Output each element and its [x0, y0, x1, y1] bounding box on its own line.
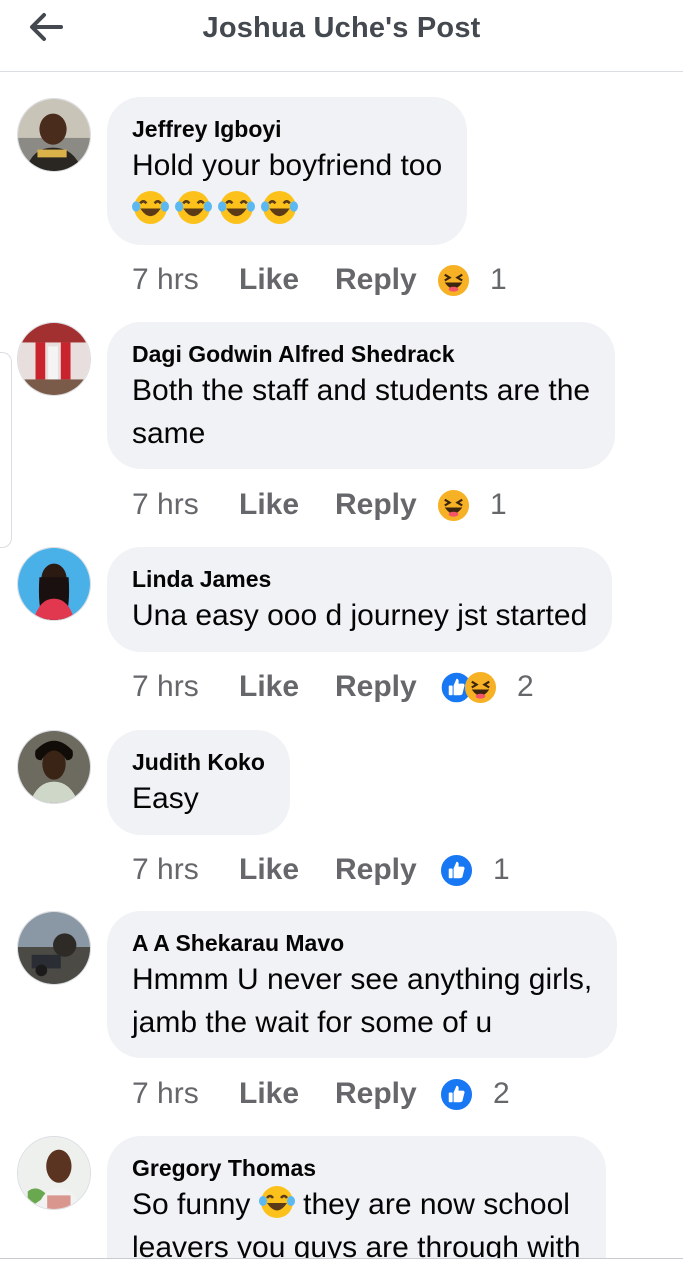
- avatar[interactable]: [17, 730, 91, 804]
- reply-button[interactable]: Reply: [335, 488, 437, 522]
- comment-bubble[interactable]: Gregory Thomas So funny they are now sch…: [107, 1136, 606, 1258]
- reaction-summary[interactable]: 1: [440, 853, 510, 887]
- reply-button[interactable]: Reply: [335, 853, 437, 887]
- comment-bubble[interactable]: A A Shekarau Mavo Hmmm U never see anyth…: [107, 911, 618, 1058]
- avatar[interactable]: [17, 98, 91, 172]
- comment-author[interactable]: Gregory Thomas: [132, 1153, 581, 1183]
- comment-text: leavers you guys are through with: [132, 1231, 581, 1258]
- reply-button[interactable]: Reply: [335, 670, 437, 704]
- reaction-count: 1: [490, 488, 507, 521]
- comment-time[interactable]: 7 hrs: [132, 853, 239, 887]
- avatar[interactable]: [17, 322, 91, 396]
- comment-text-part: they are now school: [303, 1188, 570, 1221]
- reaction-summary[interactable]: 2: [440, 1077, 510, 1111]
- haha-reaction-icon: [437, 489, 470, 521]
- reaction-summary[interactable]: 1: [437, 263, 507, 297]
- emoji-row: [132, 189, 442, 226]
- reaction-summary[interactable]: 1: [437, 488, 507, 522]
- comment-list[interactable]: Jeffrey Igboyi Hold your boyfriend too 7…: [0, 73, 683, 1258]
- comment-bubble[interactable]: Linda James Una easy ooo d journey jst s…: [107, 547, 613, 652]
- comment-time[interactable]: 7 hrs: [132, 263, 239, 297]
- like-button[interactable]: Like: [239, 670, 335, 704]
- tears-of-joy-emoji-icon: [218, 191, 255, 224]
- like-reaction-icon: [440, 1078, 473, 1110]
- comment-text: Both the staff and students are the: [132, 374, 591, 407]
- reaction-summary[interactable]: 2: [440, 670, 534, 704]
- reaction-count: 1: [490, 263, 507, 296]
- comment-author[interactable]: A A Shekarau Mavo: [132, 928, 592, 958]
- comment-bubble[interactable]: Judith Koko Easy: [107, 730, 290, 835]
- comment-author[interactable]: Linda James: [132, 564, 587, 594]
- comment-text: So funny they are now school: [132, 1183, 581, 1226]
- comment-author[interactable]: Dagi Godwin Alfred Shedrack: [132, 339, 590, 369]
- reaction-count: 1: [493, 853, 510, 886]
- comment-actions: 7 hrs Like Reply 1: [132, 850, 510, 890]
- haha-reaction-icon: [464, 671, 497, 703]
- avatar[interactable]: [17, 1136, 91, 1210]
- comment-bubble[interactable]: Jeffrey Igboyi Hold your boyfriend too: [107, 97, 468, 245]
- avatar[interactable]: [17, 911, 91, 985]
- tears-of-joy-emoji-icon: [258, 1186, 295, 1218]
- comment-text: Easy: [132, 782, 199, 815]
- like-button[interactable]: Like: [239, 1077, 335, 1111]
- comment-actions: 7 hrs Like Reply 1: [132, 260, 507, 300]
- page-title: Joshua Uche's Post: [202, 12, 481, 44]
- comment-actions: 7 hrs Like Reply 2: [132, 1074, 510, 1114]
- comment-author[interactable]: Judith Koko: [132, 747, 265, 777]
- tears-of-joy-emoji-icon: [175, 191, 212, 224]
- comment-time[interactable]: 7 hrs: [132, 1077, 239, 1111]
- tears-of-joy-emoji-icon: [132, 191, 169, 224]
- comment-time[interactable]: 7 hrs: [132, 670, 239, 704]
- like-button[interactable]: Like: [239, 488, 335, 522]
- reaction-count: 2: [517, 670, 534, 703]
- bottom-divider: [0, 1258, 683, 1267]
- comment-text: Hmmm U never see anything girls,: [132, 963, 593, 996]
- haha-reaction-icon: [437, 264, 470, 296]
- comment-text: same: [132, 417, 206, 450]
- comment-actions: 7 hrs Like Reply 2: [132, 667, 534, 707]
- comment-actions: 7 hrs Like Reply 1: [132, 485, 507, 525]
- comment-time[interactable]: 7 hrs: [132, 488, 239, 522]
- like-button[interactable]: Like: [239, 263, 335, 297]
- reaction-count: 2: [493, 1077, 510, 1110]
- comment-text: Hold your boyfriend too: [132, 149, 443, 182]
- reply-button[interactable]: Reply: [335, 1077, 437, 1111]
- comment-author[interactable]: Jeffrey Igboyi: [132, 114, 442, 144]
- like-reaction-icon: [440, 854, 473, 886]
- top-bar: Joshua Uche's Post: [0, 0, 683, 72]
- comment-text: Una easy ooo d journey jst started: [132, 599, 588, 632]
- tears-of-joy-emoji-icon: [261, 191, 298, 224]
- comment-bubble[interactable]: Dagi Godwin Alfred Shedrack Both the sta…: [107, 322, 616, 469]
- comment-text-part: So funny: [132, 1188, 251, 1221]
- comment-text: jamb the wait for some of u: [132, 1006, 493, 1039]
- like-button[interactable]: Like: [239, 853, 335, 887]
- reply-button[interactable]: Reply: [335, 263, 437, 297]
- avatar[interactable]: [17, 547, 91, 621]
